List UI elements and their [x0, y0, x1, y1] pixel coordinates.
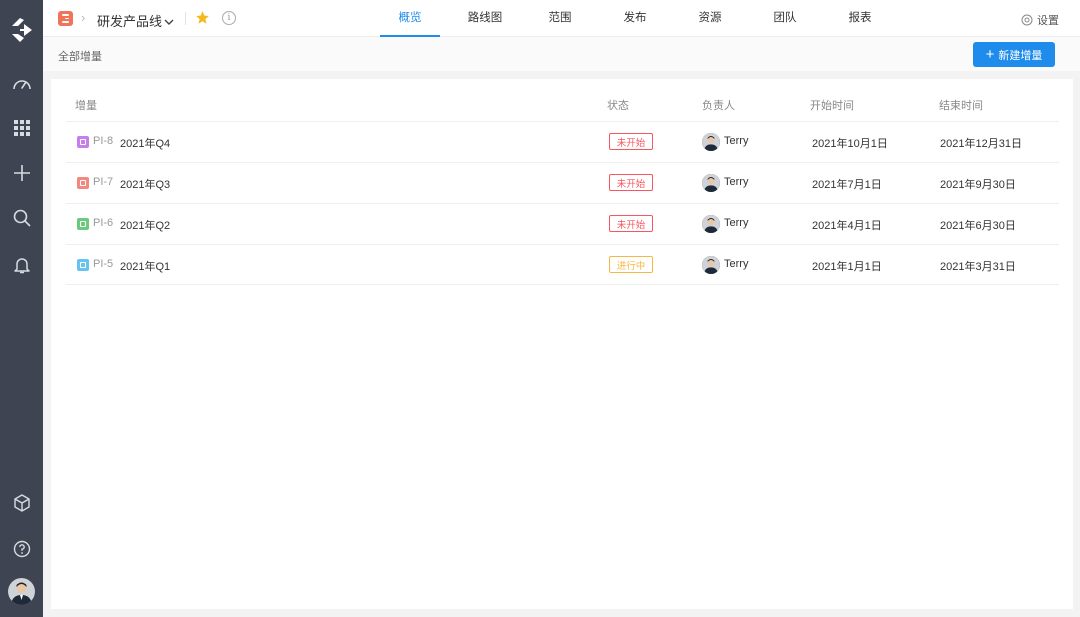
status-badge: 未开始	[609, 174, 653, 191]
increment-type-icon	[77, 177, 89, 189]
owner-avatar	[702, 215, 720, 233]
increment-title[interactable]: 2021年Q1	[120, 258, 170, 274]
start-date: 2021年1月1日	[812, 261, 882, 273]
status-badge: 未开始	[609, 133, 653, 150]
tab-roadmap[interactable]: 路线图	[455, 0, 515, 37]
new-increment-button[interactable]: + 新建增量	[973, 42, 1055, 67]
chevron-down-icon[interactable]	[164, 13, 174, 31]
increment-title[interactable]: 2021年Q4	[120, 135, 170, 151]
top-header: › 研发产品线 i 概览 路线图 范围 发布 资源 团队 报表 设置	[43, 0, 1080, 37]
project-name[interactable]: 研发产品线	[97, 11, 162, 30]
gear-icon	[1021, 14, 1033, 26]
info-icon[interactable]: i	[222, 11, 236, 25]
column-header-start[interactable]: 开始时间	[810, 97, 854, 113]
increment-code: PI-6	[93, 217, 114, 229]
app-logo-icon[interactable]	[0, 16, 43, 44]
increment-code: PI-7	[93, 176, 114, 188]
add-icon[interactable]	[0, 159, 43, 187]
help-icon[interactable]	[0, 535, 43, 563]
tab-scope[interactable]: 范围	[530, 0, 590, 37]
increment-type-icon	[77, 136, 89, 148]
start-date: 2021年4月1日	[812, 220, 882, 232]
end-date: 2021年9月30日	[940, 179, 1016, 191]
owner-avatar	[702, 256, 720, 274]
page-title: 全部增量	[58, 51, 102, 63]
increment-type-icon	[77, 259, 89, 271]
increment-title[interactable]: 2021年Q2	[120, 217, 170, 233]
dashboard-icon[interactable]	[0, 70, 43, 98]
status-badge: 进行中	[609, 256, 653, 273]
increments-table: 增量 状态 负责人 开始时间 结束时间 PI-8 2021年Q4 未开始 Ter…	[51, 79, 1073, 609]
increment-code: PI-5	[93, 258, 114, 270]
increment-type-icon	[77, 218, 89, 230]
table-row[interactable]: PI-5 2021年Q1 进行中 Terry 2021年1月1日 2021年3月…	[66, 244, 1059, 285]
project-icon	[58, 11, 73, 26]
start-date: 2021年7月1日	[812, 179, 882, 191]
favorite-star-icon[interactable]	[195, 10, 210, 30]
apps-grid-icon[interactable]	[0, 114, 43, 142]
breadcrumb-chevron-icon: ›	[81, 10, 86, 25]
owner-avatar	[702, 133, 720, 151]
increment-title[interactable]: 2021年Q3	[120, 176, 170, 192]
settings-label: 设置	[1037, 15, 1059, 27]
owner-name: Terry	[724, 258, 749, 270]
end-date: 2021年3月31日	[940, 261, 1016, 273]
owner-name: Terry	[724, 217, 749, 229]
start-date: 2021年10月1日	[812, 138, 888, 150]
sub-header: 全部增量 + 新建增量	[43, 37, 1080, 71]
table-row[interactable]: PI-7 2021年Q3 未开始 Terry 2021年7月1日 2021年9月…	[66, 162, 1059, 203]
owner-name: Terry	[724, 135, 749, 147]
tab-team[interactable]: 团队	[755, 0, 815, 37]
package-cube-icon[interactable]	[0, 489, 43, 517]
notification-bell-icon[interactable]	[0, 251, 43, 279]
column-header-end[interactable]: 结束时间	[939, 97, 983, 113]
column-header-increment[interactable]: 增量	[75, 97, 97, 113]
plus-icon: +	[985, 45, 995, 63]
settings-button[interactable]: 设置	[1021, 12, 1059, 28]
column-header-status[interactable]: 状态	[607, 97, 629, 113]
tab-resources[interactable]: 资源	[680, 0, 740, 37]
tab-overview[interactable]: 概览	[380, 0, 440, 37]
search-icon[interactable]	[0, 204, 43, 232]
owner-name: Terry	[724, 176, 749, 188]
tab-reports[interactable]: 报表	[830, 0, 890, 37]
end-date: 2021年6月30日	[940, 220, 1016, 232]
tab-release[interactable]: 发布	[605, 0, 665, 37]
column-header-owner[interactable]: 负责人	[702, 97, 735, 113]
owner-avatar	[702, 174, 720, 192]
table-row[interactable]: PI-6 2021年Q2 未开始 Terry 2021年4月1日 2021年6月…	[66, 203, 1059, 244]
divider	[185, 12, 186, 25]
user-avatar[interactable]	[8, 578, 35, 605]
status-badge: 未开始	[609, 215, 653, 232]
end-date: 2021年12月31日	[940, 138, 1022, 150]
increment-code: PI-8	[93, 135, 114, 147]
table-row[interactable]: PI-8 2021年Q4 未开始 Terry 2021年10月1日 2021年1…	[66, 121, 1059, 162]
left-rail	[0, 0, 43, 617]
new-increment-label: 新建增量	[998, 49, 1043, 62]
